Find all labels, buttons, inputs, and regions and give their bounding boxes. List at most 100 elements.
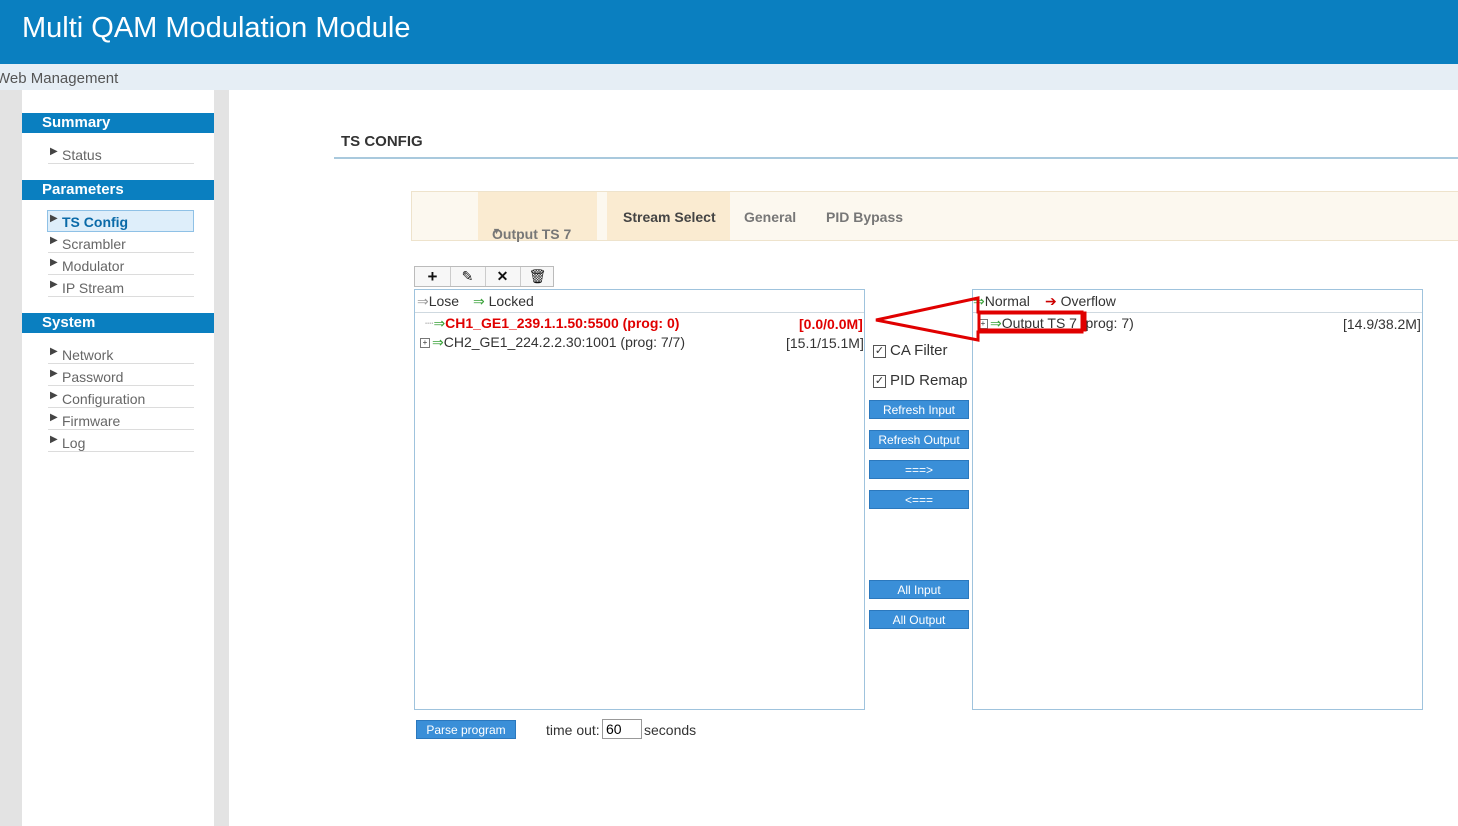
triangle-right-icon: ▶ <box>50 368 58 379</box>
sidebar-item-configuration[interactable]: ▶ Configuration <box>48 388 194 408</box>
triangle-right-icon: ▶ <box>50 235 58 246</box>
input-stream-panel[interactable]: ⇒Lose ⇒ Locked ┈⇒CH1_GE1_239.1.1.50:5500… <box>414 289 865 710</box>
output-name: Output TS 7 <box>1001 315 1077 331</box>
timeout-input[interactable] <box>602 719 642 739</box>
ca-filter-label: CA Filter <box>890 342 948 359</box>
trash-icon: 🗑 <box>528 268 547 284</box>
sidebar-item-ts-config[interactable]: ▶ TS Config <box>47 210 194 232</box>
triangle-right-icon: ▶ <box>50 412 58 423</box>
page-title: TS CONFIG <box>341 133 423 150</box>
refresh-output-button[interactable]: Refresh Output <box>869 430 969 449</box>
stream-rate: [0.0/0.0M] <box>799 316 863 332</box>
sidebar-item-log[interactable]: ▶ Log <box>48 432 194 452</box>
triangle-right-icon: ▶ <box>50 279 58 290</box>
sidebar-item-scrambler[interactable]: ▶ Scrambler <box>48 233 194 253</box>
all-input-button[interactable]: All Input <box>869 580 969 599</box>
legend-lose: Lose <box>428 293 460 309</box>
input-legend: ⇒Lose ⇒ Locked <box>415 290 864 313</box>
seconds-label: seconds <box>644 722 697 738</box>
edit-button[interactable]: ✎ <box>450 267 486 286</box>
checkmark-icon: ✓ <box>873 374 886 388</box>
arrow-right-green-icon: ⇒ <box>473 293 485 309</box>
triangle-right-icon: ▶ <box>50 257 58 268</box>
output-ts-dropdown[interactable]: Output TS 7 ▼ <box>478 192 597 242</box>
legend-normal: Normal <box>984 293 1030 309</box>
all-output-button[interactable]: All Output <box>869 610 969 629</box>
output-prog: (prog: 7) <box>1080 315 1134 331</box>
stream-rate: [15.1/15.1M] <box>786 335 864 351</box>
move-left-button[interactable]: <=== <box>869 490 969 509</box>
sidebar-item-label: Network <box>62 347 114 363</box>
triangle-right-icon: ▶ <box>50 434 58 445</box>
output-stream-panel[interactable]: ⇒Normal ➔ Overflow + ⇒Output TS 7 (prog: … <box>972 289 1423 710</box>
sidebar-gutter <box>214 90 229 826</box>
parse-program-button[interactable]: Parse program <box>416 720 516 739</box>
arrow-right-red-icon: ➔ <box>1045 293 1057 309</box>
sidebar-item-label: Firmware <box>62 413 121 429</box>
app-subtitle: Web Management <box>0 70 119 87</box>
triangle-right-icon: ▶ <box>50 146 58 157</box>
title-divider <box>334 157 1458 159</box>
tab-label: PID Bypass <box>826 209 904 225</box>
triangle-right-icon: ▶ <box>50 390 58 401</box>
sidebar: Summary ▶ Status Parameters ▶ TS Config ▶ S… <box>22 90 214 826</box>
left-gutter <box>0 90 22 826</box>
tab-label: General <box>744 209 797 225</box>
legend-locked: Locked <box>488 293 534 309</box>
stream-name: CH2_GE1_224.2.2.30:1001 (prog: 7/7) <box>443 334 686 350</box>
x-icon: ✕ <box>496 268 509 284</box>
app-title: Multi QAM Modulation Module <box>22 12 411 44</box>
sidebar-item-status[interactable]: ▶ Status <box>48 144 194 164</box>
stream-name: CH1_GE1_239.1.1.50:5500 (prog: 0) <box>445 315 680 331</box>
arrow-right-green-icon: ⇒ <box>432 334 444 350</box>
triangle-right-icon: ▶ <box>50 213 58 224</box>
sidebar-item-label: IP Stream <box>62 280 124 296</box>
tab-bar: Output TS 7 ▼ Stream Select General PID … <box>411 191 1458 242</box>
toolbar: + ✎ ✕ 🗑 <box>414 266 554 287</box>
sidebar-item-firmware[interactable]: ▶ Firmware <box>48 410 194 430</box>
sidebar-item-ip-stream[interactable]: ▶ IP Stream <box>48 277 194 297</box>
delete-button[interactable]: 🗑 <box>520 267 555 286</box>
legend-overflow: Overflow <box>1060 293 1116 309</box>
caret-down-icon: ▼ <box>492 226 501 236</box>
pid-remap-label: PID Remap <box>890 372 968 389</box>
refresh-input-button[interactable]: Refresh Input <box>869 400 969 419</box>
input-stream-row[interactable]: ┈⇒CH1_GE1_239.1.1.50:5500 (prog: 0) <box>425 315 679 332</box>
tab-label: Stream Select <box>623 209 716 225</box>
plus-icon: + <box>427 267 438 286</box>
arrow-right-green-icon: ⇒ <box>990 315 1002 331</box>
add-button[interactable]: + <box>415 267 451 286</box>
sidebar-item-label: Status <box>62 147 102 163</box>
output-legend: ⇒Normal ➔ Overflow <box>973 290 1422 313</box>
arrow-right-gray-icon: ⇒ <box>417 293 429 309</box>
section-title: Parameters <box>42 181 124 198</box>
checkmark-icon: ✓ <box>873 344 886 358</box>
sidebar-item-network[interactable]: ▶ Network <box>48 344 194 364</box>
expand-icon[interactable]: + <box>978 319 988 330</box>
dropdown-label: Output TS 7 <box>492 226 572 242</box>
section-title: System <box>42 314 96 331</box>
sidebar-section-system[interactable]: System <box>22 313 214 333</box>
sidebar-item-label: Modulator <box>62 258 125 274</box>
output-stream-row[interactable]: + ⇒Output TS 7 (prog: 7) <box>978 315 1134 332</box>
remove-button[interactable]: ✕ <box>485 267 521 286</box>
sub-header: Web Management <box>0 64 1458 90</box>
sidebar-item-label: Password <box>62 369 124 385</box>
output-rate: [14.9/38.2M] <box>1343 316 1421 332</box>
app-header: Multi QAM Modulation Module <box>0 0 1458 64</box>
arrow-right-green-icon: ⇒ <box>973 293 985 309</box>
sidebar-item-label: Log <box>62 435 86 451</box>
sidebar-item-password[interactable]: ▶ Password <box>48 366 194 386</box>
section-title: Summary <box>42 114 111 131</box>
sidebar-section-parameters[interactable]: Parameters <box>22 180 214 200</box>
input-stream-row[interactable]: + ⇒CH2_GE1_224.2.2.30:1001 (prog: 7/7) <box>420 334 685 351</box>
move-right-button[interactable]: ===> <box>869 460 969 479</box>
tab-stream-select[interactable]: Stream Select <box>607 192 730 240</box>
sidebar-item-modulator[interactable]: ▶ Modulator <box>48 255 194 275</box>
expand-icon[interactable]: + <box>420 338 430 349</box>
ca-filter-checkbox[interactable]: ✓ CA Filter <box>873 342 948 359</box>
pid-remap-checkbox[interactable]: ✓ PID Remap <box>873 372 968 389</box>
sidebar-section-summary[interactable]: Summary <box>22 113 214 133</box>
sidebar-item-label: Configuration <box>62 391 146 407</box>
triangle-right-icon: ▶ <box>50 346 58 357</box>
